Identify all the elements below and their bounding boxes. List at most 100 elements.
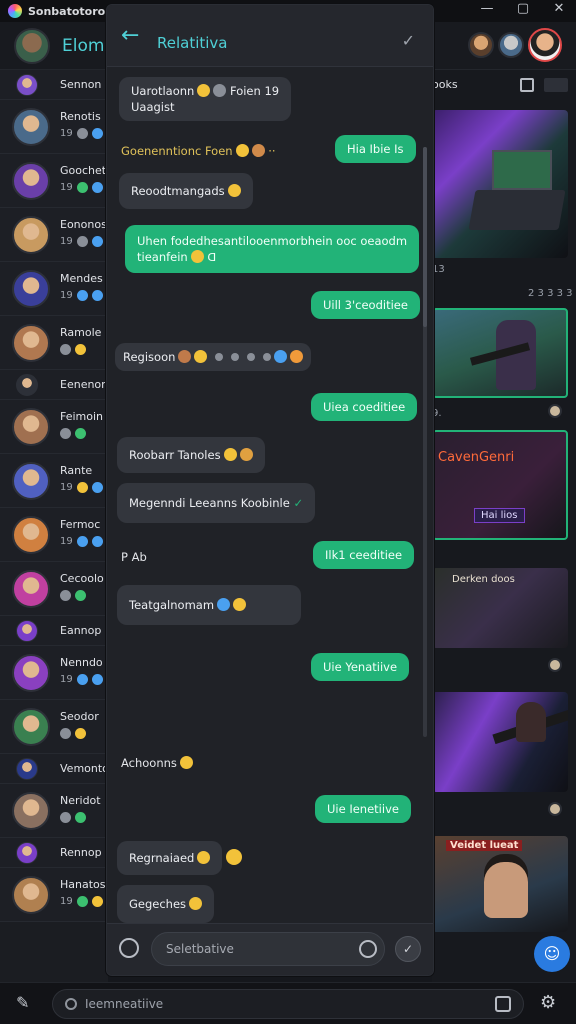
contact-item[interactable]: Ramole bbox=[0, 316, 108, 370]
message-text: Uarotlaonn bbox=[131, 84, 195, 98]
profile-avatar[interactable] bbox=[528, 28, 562, 62]
settings-gear-icon[interactable]: ⚙ bbox=[540, 992, 556, 1013]
message-input[interactable] bbox=[151, 932, 385, 966]
floating-action-button[interactable]: ☺ bbox=[534, 936, 570, 972]
minimize-icon[interactable]: — bbox=[480, 2, 494, 16]
status-badge-icon bbox=[76, 236, 88, 247]
chat-window: ← Relatitiva ✓ Uarotlaonn Foien 19 Uaagi… bbox=[106, 4, 434, 976]
gallery-tile[interactable] bbox=[432, 692, 568, 792]
message-bubble-outgoing[interactable]: Uhen fodedhesantilooenmorbhein ooc oeaod… bbox=[125, 225, 420, 273]
send-button[interactable]: ✓ bbox=[395, 936, 421, 962]
message-bubble-incoming[interactable]: Regrnaiaed bbox=[117, 841, 223, 875]
message-text: Uaagist bbox=[131, 100, 175, 114]
message-bubble-outgoing[interactable]: Hia Ibie Is bbox=[335, 135, 416, 163]
message-bubble-outgoing[interactable]: Uie Yenatiive bbox=[311, 653, 410, 681]
contact-name: Eenenon bbox=[60, 378, 108, 391]
search-options-icon[interactable] bbox=[495, 996, 511, 1012]
contact-avatar bbox=[12, 708, 50, 746]
message-list: Uarotlaonn Foien 19 Uaagist Goenenntionc… bbox=[107, 67, 433, 927]
status-badge-icon bbox=[91, 536, 103, 547]
contact-avatar bbox=[12, 216, 50, 254]
header-avatar[interactable] bbox=[468, 32, 494, 58]
gallery-heading: ooks bbox=[432, 78, 458, 91]
gallery-toolbar[interactable] bbox=[544, 78, 568, 92]
message-bubble-incoming[interactable]: Uarotlaonn Foien 19 Uaagist bbox=[119, 77, 292, 121]
message-bubble-incoming[interactable]: Reoodtmangads bbox=[119, 173, 253, 209]
contact-meta bbox=[60, 590, 86, 601]
message-bubble-incoming[interactable]: Megenndi Leeanns Koobinle ✓ bbox=[117, 483, 316, 523]
status-badge-icon bbox=[76, 674, 88, 685]
status-badge-icon bbox=[91, 236, 103, 247]
status-badge-icon bbox=[60, 812, 71, 823]
my-avatar[interactable] bbox=[14, 28, 50, 64]
message-bubble-incoming[interactable]: Roobarr Tanoles bbox=[117, 437, 265, 473]
contact-item[interactable]: Hanatos 19 bbox=[0, 868, 108, 922]
contact-item[interactable]: Cecoolo bbox=[0, 562, 108, 616]
contact-name: Ramole bbox=[60, 326, 102, 339]
contact-item[interactable]: Eononos 19 bbox=[0, 208, 108, 262]
contact-item[interactable]: Neridot bbox=[0, 784, 108, 838]
message-bubble-incoming[interactable]: P Ab bbox=[121, 549, 147, 565]
contact-item[interactable]: Eannop bbox=[0, 616, 108, 646]
contact-meta bbox=[60, 428, 86, 439]
message-text: Uill 3'ceoditiee bbox=[323, 298, 408, 312]
emoji-icon[interactable] bbox=[359, 940, 377, 958]
contact-name: Fermoc bbox=[60, 518, 101, 531]
contact-name: Hanatos bbox=[60, 878, 106, 891]
status-badge-icon bbox=[75, 344, 86, 355]
gallery-tile-title: Derken doos bbox=[452, 574, 515, 585]
contact-meta bbox=[60, 812, 86, 823]
search-bar[interactable]: Ieemneatiive bbox=[52, 989, 524, 1019]
contact-item[interactable]: Fermoc 19 bbox=[0, 508, 108, 562]
message-bubble-outgoing[interactable]: Ilk1 ceeditiee bbox=[313, 541, 415, 569]
contact-name: Neridot bbox=[60, 794, 101, 807]
message-text: Uhen fodedhesantilooenmorbhein ooc oeaod… bbox=[137, 234, 408, 248]
contact-item[interactable]: Nenndo 19 bbox=[0, 646, 108, 700]
contact-item[interactable]: Eenenon bbox=[0, 370, 108, 400]
message-caption: Goenenntionc Foen ·· bbox=[121, 144, 276, 158]
close-icon[interactable]: ✕ bbox=[552, 2, 566, 16]
header-avatar[interactable] bbox=[498, 32, 524, 58]
message-bubble-incoming[interactable]: Gegeches bbox=[117, 885, 215, 923]
gallery-tile[interactable] bbox=[432, 308, 568, 398]
reaction-emoji-icon[interactable] bbox=[226, 849, 242, 865]
contact-meta bbox=[60, 728, 86, 739]
message-bubble-incoming[interactable]: Achoonns bbox=[121, 755, 193, 771]
message-bubble-outgoing[interactable]: Uie Ienetiive bbox=[315, 795, 411, 823]
back-arrow-icon[interactable]: ← bbox=[121, 25, 139, 47]
contact-meta: 19 bbox=[60, 290, 103, 301]
gallery-tile-badge: Hai lios bbox=[474, 508, 525, 523]
status-badge-icon bbox=[91, 896, 103, 907]
contact-list: Sennon S Renotis 19 Goochet 19 Eononos 19 Mende… bbox=[0, 70, 108, 982]
contact-item[interactable]: Sennon S bbox=[0, 70, 108, 100]
gallery-tile[interactable]: Derken doos bbox=[432, 568, 568, 648]
contact-name: Eannop bbox=[60, 624, 102, 637]
contact-item[interactable]: Feimoin bbox=[0, 400, 108, 454]
contact-item[interactable]: Renotis 19 bbox=[0, 100, 108, 154]
message-bubble-incoming[interactable]: Teatgalnomam bbox=[117, 585, 301, 625]
maximize-icon[interactable]: ▢ bbox=[516, 2, 530, 16]
gallery-tile[interactable]: Veidet lueat bbox=[432, 836, 568, 932]
message-extra: Foien 19 bbox=[230, 84, 280, 98]
contact-meta: 19 bbox=[60, 536, 103, 547]
contact-name: Sennon S bbox=[60, 78, 108, 91]
status-badge-icon bbox=[91, 482, 103, 493]
contact-item[interactable]: Goochet 19 bbox=[0, 154, 108, 208]
checkmark-icon[interactable]: ✓ bbox=[402, 31, 415, 50]
gallery-tile[interactable] bbox=[432, 110, 568, 258]
contact-item[interactable]: Vemonto bbox=[0, 754, 108, 784]
message-bubble-incoming[interactable]: Regisoon bbox=[115, 343, 312, 371]
gallery-tile[interactable]: CavenGenri Hai lios bbox=[432, 430, 568, 540]
contact-avatar bbox=[12, 408, 50, 446]
attach-icon[interactable] bbox=[119, 938, 139, 958]
contact-item[interactable]: Rennop bbox=[0, 838, 108, 868]
gallery-filter-icon[interactable] bbox=[520, 78, 534, 92]
contact-name: Renotis bbox=[60, 110, 101, 123]
contact-item[interactable]: Mendes 19 bbox=[0, 262, 108, 316]
compose-pencil-icon[interactable]: ✎ bbox=[16, 993, 29, 1012]
message-bubble-outgoing[interactable]: Uiea coeditiee bbox=[311, 393, 418, 421]
contact-item[interactable]: Seodor bbox=[0, 700, 108, 754]
contact-item[interactable]: Rante 19 bbox=[0, 454, 108, 508]
message-scrollbar[interactable] bbox=[423, 147, 427, 737]
message-bubble-outgoing[interactable]: Uill 3'ceoditiee bbox=[311, 291, 420, 319]
